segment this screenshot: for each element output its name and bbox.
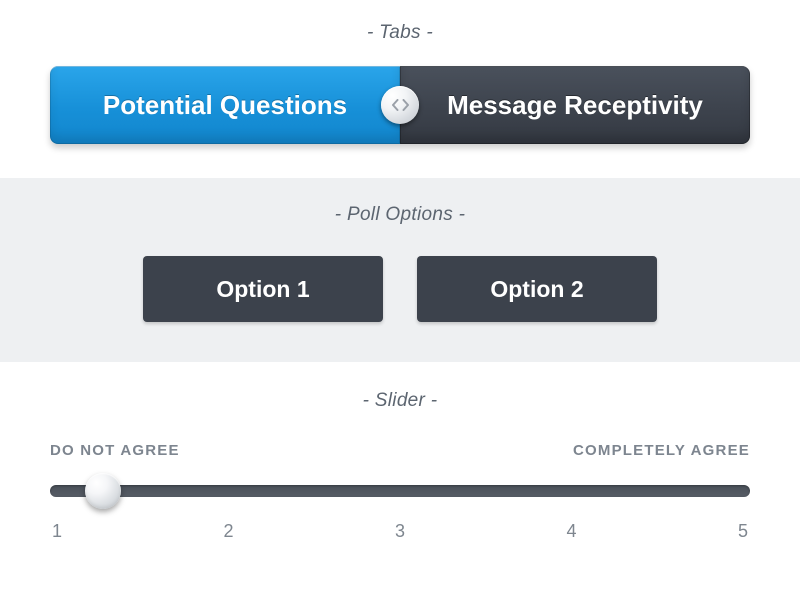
tab-message-receptivity[interactable]: Message Receptivity bbox=[400, 66, 750, 144]
poll-section-label: - Poll Options - bbox=[0, 204, 800, 226]
tabs-container: Potential Questions Message Receptivity bbox=[50, 66, 750, 144]
slider-tick: 5 bbox=[738, 521, 748, 542]
slider[interactable] bbox=[50, 473, 750, 509]
slider-section-label: - Slider - bbox=[0, 390, 800, 412]
tabs-section-label: - Tabs - bbox=[0, 22, 800, 44]
poll-buttons: Option 1 Option 2 bbox=[0, 256, 800, 322]
slider-track[interactable] bbox=[50, 485, 750, 497]
slider-tick: 4 bbox=[566, 521, 576, 542]
chevron-right-icon bbox=[401, 99, 410, 111]
slider-ticks: 1 2 3 4 5 bbox=[50, 521, 750, 542]
slider-min-label: DO NOT AGREE bbox=[50, 442, 180, 459]
slider-max-label: COMPLETELY AGREE bbox=[573, 442, 750, 459]
slider-tick: 1 bbox=[52, 521, 62, 542]
slider-thumb[interactable] bbox=[85, 473, 121, 509]
poll-option-2[interactable]: Option 2 bbox=[417, 256, 657, 322]
slider-tick: 3 bbox=[395, 521, 405, 542]
poll-panel: - Poll Options - Option 1 Option 2 bbox=[0, 178, 800, 362]
poll-option-1[interactable]: Option 1 bbox=[143, 256, 383, 322]
tab-potential-questions[interactable]: Potential Questions bbox=[50, 66, 400, 144]
chevron-left-icon bbox=[391, 99, 400, 111]
slider-tick: 2 bbox=[223, 521, 233, 542]
tab-divider-knob bbox=[381, 86, 419, 124]
